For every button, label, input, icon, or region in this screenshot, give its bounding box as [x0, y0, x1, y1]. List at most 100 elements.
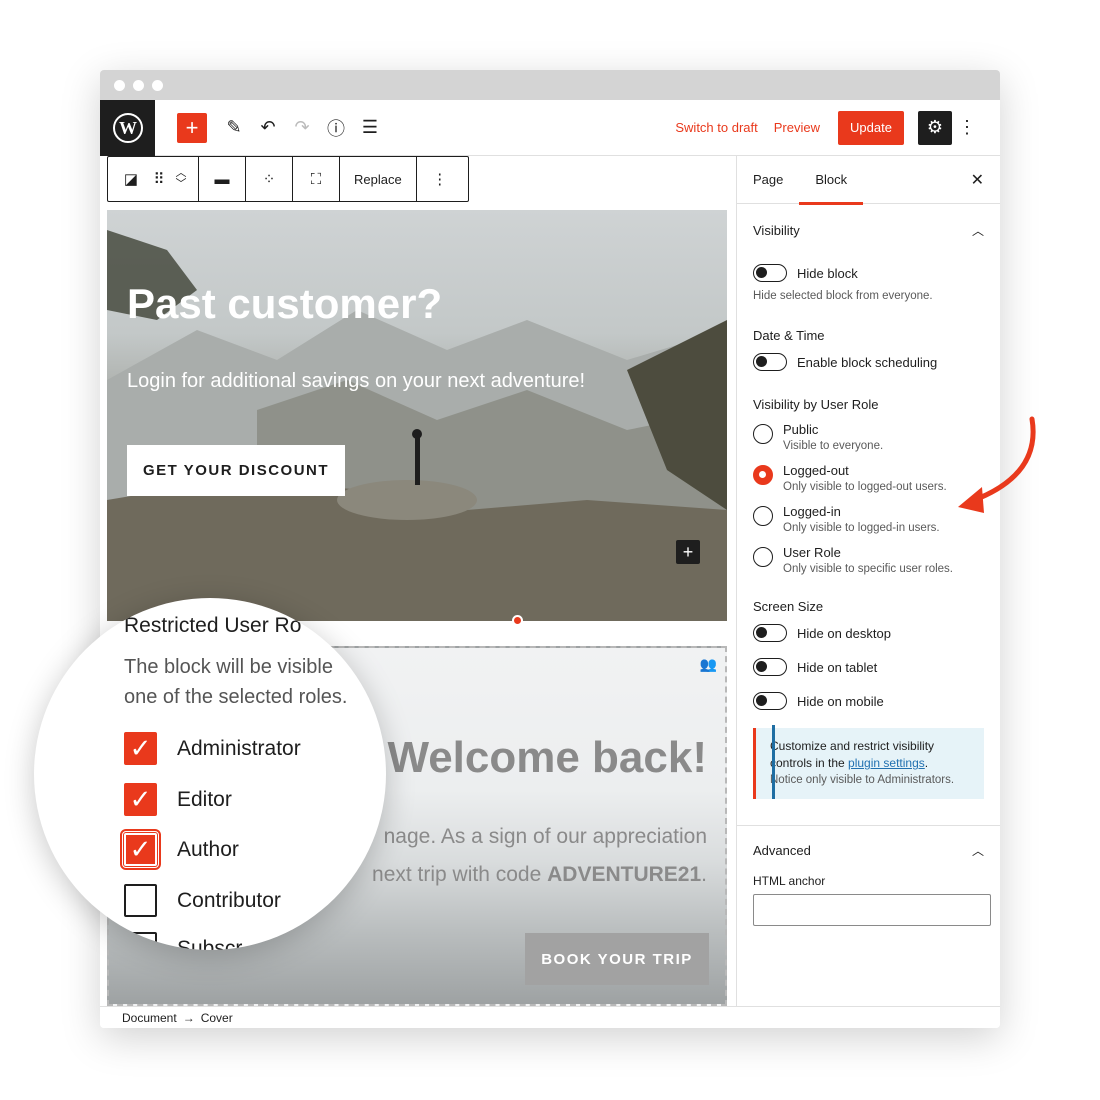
sidebar-tabs: Page Block ✕: [737, 156, 1000, 205]
plugin-settings-link[interactable]: plugin settings: [848, 756, 925, 770]
role-title: Logged-out: [783, 463, 849, 478]
topbar-actions: Switch to draft Preview Update ⚙ ⋮: [667, 110, 1000, 145]
update-button[interactable]: Update: [838, 110, 904, 145]
breadcrumb-cover[interactable]: Cover: [201, 1011, 233, 1025]
hide-mobile-toggle[interactable]: [753, 692, 787, 710]
breadcrumb-document[interactable]: Document: [122, 1011, 177, 1025]
users-icon: 👥: [699, 656, 717, 672]
info-icon[interactable]: ⓘ: [319, 111, 353, 145]
preview-button[interactable]: Preview: [766, 120, 828, 135]
undo-icon[interactable]: ↶: [251, 111, 285, 145]
cover-block-past-customer[interactable]: Past customer? Login for additional savi…: [107, 210, 727, 621]
hide-block-label: Hide block: [797, 265, 858, 281]
close-icon[interactable]: ✕: [971, 170, 1000, 190]
radio-user-role[interactable]: [753, 547, 773, 567]
full-height-icon[interactable]: ⛶: [299, 162, 333, 196]
block-toolbar-group: ⋮: [417, 157, 463, 201]
hide-mobile-row: Hide on mobile: [753, 692, 984, 710]
hide-block-toggle[interactable]: [753, 264, 787, 282]
book-trip-button[interactable]: BOOK YOUR TRIP: [525, 933, 709, 985]
hide-tablet-toggle[interactable]: [753, 658, 787, 676]
block-toolbar: ◪ ⠿ ︿ ﹀ ▬ ⁘ ⛶ Replace ⋮: [107, 156, 469, 202]
window-chrome: [100, 70, 1000, 100]
cover-block-icon[interactable]: ◪: [114, 162, 148, 196]
advanced-title: Advanced: [753, 842, 811, 858]
screen-size-title: Screen Size: [753, 599, 824, 614]
scheduling-label: Enable block scheduling: [797, 354, 938, 370]
block-toolbar-group: ⛶: [293, 157, 340, 201]
role-title: Public: [783, 422, 819, 437]
admin-notice: Customize and restrict visibility contro…: [753, 725, 984, 799]
role-checkbox-label: Contributor: [177, 888, 281, 912]
add-block-button[interactable]: +: [177, 112, 207, 143]
hide-block-help: Hide selected block from everyone.: [753, 290, 933, 302]
hide-tablet-row: Hide on tablet: [753, 658, 984, 676]
add-inner-block-icon[interactable]: +: [676, 540, 700, 564]
checkbox-editor[interactable]: ✓: [124, 783, 157, 816]
pencil-icon[interactable]: ✎: [217, 111, 251, 145]
scheduling-toggle[interactable]: [753, 353, 787, 371]
visibility-title: Visibility: [753, 222, 800, 238]
zoom-magnifier: Restricted User Ro The block will be vis…: [34, 598, 386, 950]
wordpress-logo-icon[interactable]: W: [100, 99, 155, 156]
mountain-background: [107, 230, 727, 621]
gear-icon[interactable]: ⚙: [918, 110, 952, 145]
block-toolbar-group: ◪ ⠿ ︿ ﹀: [108, 157, 199, 201]
list-view-icon[interactable]: ☰: [353, 111, 387, 145]
svg-text:W: W: [119, 118, 137, 138]
window-dot: [152, 79, 163, 91]
radio-public[interactable]: [753, 424, 773, 444]
checkbox-author[interactable]: ✓: [120, 829, 161, 870]
tab-page[interactable]: Page: [737, 156, 799, 204]
magnifier-text-line1: The block will be visible: [124, 656, 333, 678]
role-desc: Only visible to logged-in users.: [783, 522, 940, 534]
editor-topbar: W + ✎ ↶ ↷ ⓘ ☰ Switch to draft Preview Up…: [100, 99, 1000, 156]
role-checkbox-row[interactable]: ✓ Administrator: [124, 732, 301, 765]
notice-small: Notice only visible to Administrators.: [770, 774, 955, 786]
role-checkbox-label: Editor: [177, 787, 232, 811]
switch-to-draft-button[interactable]: Switch to draft: [667, 120, 765, 135]
checkbox-administrator[interactable]: ✓: [124, 732, 157, 765]
role-desc: Only visible to specific user roles.: [783, 563, 954, 575]
hide-block-row: Hide block: [753, 264, 984, 282]
breadcrumb-arrow-icon: →: [182, 1010, 195, 1025]
radio-logged-out[interactable]: [753, 465, 773, 485]
block-options-icon[interactable]: ⋮: [423, 162, 457, 196]
radio-logged-in[interactable]: [753, 506, 773, 526]
hide-desktop-row: Hide on desktop: [753, 624, 984, 642]
welcome-text[interactable]: nage. As a sign of our appreciation next…: [347, 818, 707, 894]
role-option-user-role[interactable]: User Role Only visible to specific user r…: [753, 545, 984, 575]
role-title: User Role: [783, 545, 841, 560]
checkbox-contributor[interactable]: [124, 884, 157, 917]
move-up-down-icon[interactable]: ︿ ﹀: [170, 162, 192, 196]
welcome-title[interactable]: Welcome back!: [387, 733, 707, 783]
role-checkbox-row[interactable]: ✓ Author: [120, 829, 239, 870]
window-dot: [114, 79, 125, 91]
checkbox-subscriber[interactable]: [124, 932, 157, 950]
role-checkbox-row[interactable]: ✓ Editor: [124, 783, 232, 816]
get-discount-button[interactable]: GET YOUR DISCOUNT: [127, 445, 345, 496]
cover-title[interactable]: Past customer?: [127, 280, 442, 328]
replace-button[interactable]: Replace: [346, 172, 410, 187]
user-role-title: Visibility by User Role: [753, 397, 879, 412]
chevron-up-icon[interactable]: ︿: [972, 222, 984, 239]
drag-handle-icon[interactable]: ⠿: [148, 162, 170, 196]
notice-line2: controls in the plugin settings.: [770, 755, 972, 772]
cover-subtitle[interactable]: Login for additional savings on your nex…: [127, 370, 585, 393]
tab-block[interactable]: Block: [799, 156, 863, 205]
content-position-icon[interactable]: ⁘: [252, 162, 286, 196]
notice-line2-suffix: .: [924, 756, 929, 770]
role-checkbox-row[interactable]: Subscr: [124, 932, 242, 950]
role-checkbox-row[interactable]: Contributor: [124, 884, 281, 917]
html-anchor-input[interactable]: [753, 894, 991, 926]
chevron-up-icon[interactable]: ︿: [972, 842, 984, 859]
block-inserter-dot[interactable]: [512, 615, 523, 626]
hide-desktop-toggle[interactable]: [753, 624, 787, 642]
align-center-icon[interactable]: ▬: [205, 162, 239, 196]
redo-icon[interactable]: ↷: [285, 111, 319, 145]
visibility-panel-header[interactable]: Visibility ︿: [753, 206, 984, 254]
more-options-icon[interactable]: ⋮: [952, 117, 982, 138]
welcome-text-end: .: [701, 863, 707, 886]
advanced-panel-header[interactable]: Advanced ︿: [753, 826, 984, 874]
hide-mobile-label: Hide on mobile: [797, 693, 884, 709]
